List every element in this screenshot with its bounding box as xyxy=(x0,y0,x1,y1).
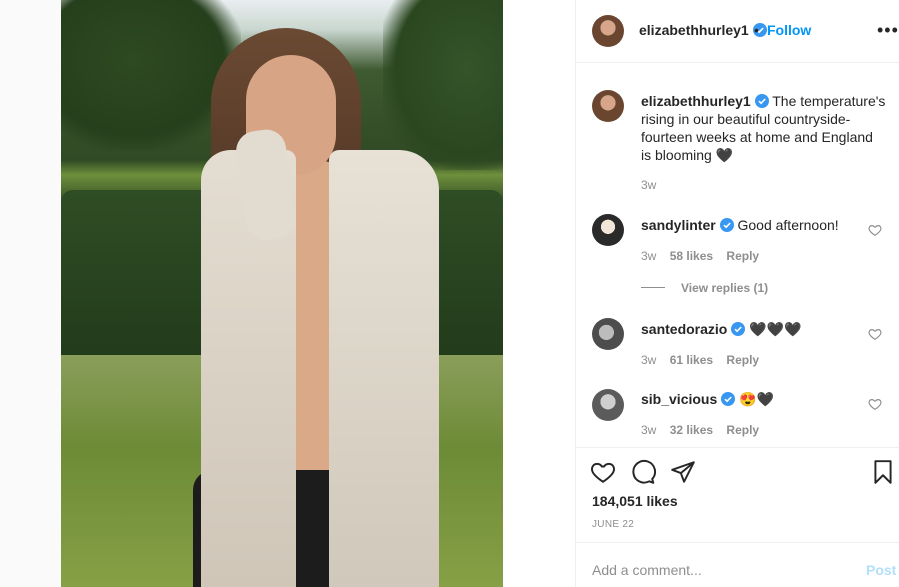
verified-badge-icon xyxy=(719,218,734,232)
comment-body: sandylinter Good afternoon! xyxy=(641,216,839,234)
comment-avatar[interactable] xyxy=(592,318,624,350)
add-comment-bar: Add a comment... Post xyxy=(576,542,899,587)
comment-avatar[interactable] xyxy=(592,389,624,421)
verified-badge-icon xyxy=(721,392,736,406)
view-replies-label: View replies (1) xyxy=(681,281,769,295)
comment-text: 😍🖤 xyxy=(739,391,774,407)
verified-badge-icon xyxy=(754,94,769,108)
comment-body: sib_vicious 😍🖤 xyxy=(641,390,774,408)
comment-time[interactable]: 3w xyxy=(641,423,656,437)
comment-time[interactable]: 3w xyxy=(641,353,656,367)
caption: elizabethhurley1 The temperature's risin… xyxy=(641,92,886,164)
comment-bubble-icon[interactable] xyxy=(630,459,656,485)
photo-cardigan-right xyxy=(329,150,439,587)
reply-button[interactable]: Reply xyxy=(726,423,759,437)
post-date[interactable]: JUNE 22 xyxy=(592,519,634,530)
reply-button[interactable]: Reply xyxy=(726,353,759,367)
author-username[interactable]: elizabethhurley1 xyxy=(639,22,749,38)
comment-meta: 3w 58 likes Reply xyxy=(641,249,769,263)
comment-like-heart-icon[interactable] xyxy=(868,397,882,411)
post-side-panel: elizabethhurley1 • Follow ••• elizabethh… xyxy=(575,0,899,587)
share-plane-icon[interactable] xyxy=(670,459,696,485)
verified-badge-icon xyxy=(731,322,746,336)
more-options-icon[interactable]: ••• xyxy=(877,20,899,41)
comment-likes[interactable]: 32 likes xyxy=(670,423,713,437)
comment-likes[interactable]: 61 likes xyxy=(670,353,713,367)
caption-avatar[interactable] xyxy=(592,90,624,122)
view-replies-divider xyxy=(641,287,665,288)
separator-dot: • xyxy=(754,22,759,38)
caption-username[interactable]: elizabethhurley1 xyxy=(641,93,751,109)
comment-body: santedorazio 🖤🖤🖤 xyxy=(641,320,801,338)
comment-time[interactable]: 3w xyxy=(641,249,656,263)
comment-text: 🖤🖤🖤 xyxy=(749,321,802,337)
comment-username[interactable]: sib_vicious xyxy=(641,391,717,407)
add-comment-input[interactable]: Add a comment... xyxy=(592,562,702,578)
comment-like-heart-icon[interactable] xyxy=(868,327,882,341)
comment-username[interactable]: santedorazio xyxy=(641,321,727,337)
post-photo[interactable] xyxy=(61,0,503,587)
author-name-row: elizabethhurley1 xyxy=(639,22,767,38)
author-avatar[interactable] xyxy=(592,15,624,47)
reply-button[interactable]: Reply xyxy=(726,249,759,263)
caption-timestamp[interactable]: 3w xyxy=(641,178,656,192)
post-header: elizabethhurley1 • Follow ••• xyxy=(576,0,899,63)
left-backdrop xyxy=(0,0,61,587)
view-replies-button[interactable]: View replies (1) xyxy=(641,281,768,295)
likes-count[interactable]: 184,051 likes xyxy=(592,493,678,509)
comment-likes[interactable]: 58 likes xyxy=(670,249,713,263)
save-bookmark-icon[interactable] xyxy=(870,459,896,485)
comment-text: Good afternoon! xyxy=(737,217,839,233)
comment-avatar[interactable] xyxy=(592,214,624,246)
follow-button[interactable]: Follow xyxy=(767,22,811,38)
comment-username[interactable]: sandylinter xyxy=(641,217,716,233)
post-comment-button[interactable]: Post xyxy=(866,562,896,578)
comment-meta: 3w 32 likes Reply xyxy=(641,423,769,437)
action-bar: 184,051 likes JUNE 22 xyxy=(576,447,899,537)
photo-tree-right xyxy=(383,0,503,170)
like-heart-icon[interactable] xyxy=(590,459,616,485)
comment-like-heart-icon[interactable] xyxy=(868,223,882,237)
comment-meta: 3w 61 likes Reply xyxy=(641,353,769,367)
